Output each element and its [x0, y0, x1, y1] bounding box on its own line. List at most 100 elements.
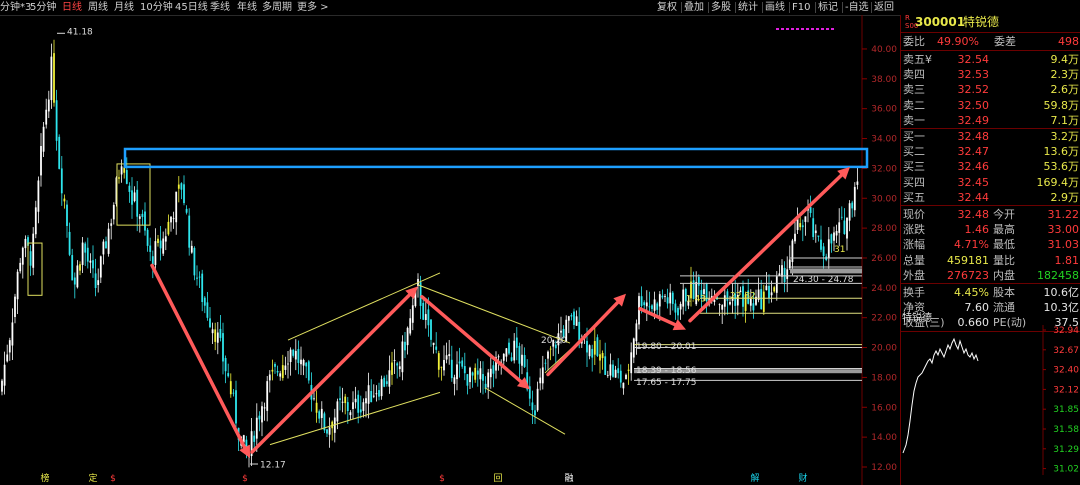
candle-body [544, 362, 547, 364]
bid-price: 32.45 [957, 175, 990, 189]
candle-body [586, 340, 588, 353]
candle-body [357, 394, 360, 413]
high-price-label: 41.18 [67, 27, 93, 37]
stat-value-2: 31.22 [1047, 208, 1080, 221]
candle-body [128, 185, 131, 192]
btn-stats[interactable]: 统计 [738, 0, 758, 15]
bid-price: 32.47 [957, 145, 990, 159]
period-week[interactable]: 周线 [88, 0, 108, 15]
candle-body [276, 371, 279, 373]
candle-body [843, 220, 846, 235]
candle-body [235, 390, 237, 424]
candle-body [822, 246, 825, 256]
candle-body [786, 269, 789, 279]
kline-chart[interactable]: 40.00 38.00 36.00 34.00 32.00 30.00 28.00 26.00… [0, 15, 900, 485]
candle-body [214, 329, 217, 342]
candle-body [375, 393, 378, 395]
stat-value: 1.46 [964, 223, 990, 237]
candle-body [53, 53, 55, 103]
candle-body [287, 363, 289, 365]
candle-body [547, 351, 549, 359]
btn-watchlist[interactable]: -自选 [845, 0, 869, 15]
candle-body [489, 368, 492, 378]
bid-volume: 3.2万 [1050, 130, 1080, 143]
candle-body [63, 198, 66, 202]
period-5min[interactable]: 5分钟 [30, 0, 56, 15]
price-tick-label: 20.00 [871, 344, 897, 354]
candle-body [531, 402, 534, 411]
candle-body [768, 285, 770, 299]
bid-label: 买五 [903, 190, 925, 204]
mini-tick-label: 32.94 [1053, 326, 1079, 336]
candle-body [37, 180, 40, 212]
candle-body [349, 412, 352, 416]
candle-body [773, 287, 776, 292]
candle-body [198, 276, 201, 278]
period-month[interactable]: 月线 [114, 0, 134, 15]
period-10min[interactable]: 10分钟 [140, 0, 173, 15]
btn-back[interactable]: 返回 [874, 0, 894, 15]
candle-body [193, 247, 196, 276]
mini-tick-label: 32.12 [1053, 385, 1079, 395]
price-tick-label: 32.00 [871, 164, 897, 174]
candle-body [601, 353, 604, 359]
period-quarter[interactable]: 季线 [210, 0, 230, 15]
period-3min[interactable]: 分钟*3 [0, 0, 31, 15]
candle-body [219, 328, 222, 338]
candle-body [50, 56, 53, 101]
candle-body [463, 366, 466, 374]
candle-body [838, 222, 841, 233]
candle-body [450, 359, 453, 379]
candle-body [154, 241, 157, 265]
candle-body [606, 374, 609, 376]
candle-body [669, 292, 672, 304]
stat-label-2: 最低 [993, 238, 1015, 252]
candle-body [627, 369, 630, 371]
candle-body [513, 340, 516, 361]
candle-body [625, 374, 627, 380]
btn-multi-stock[interactable]: 多股 [711, 0, 731, 15]
candle-body [196, 277, 198, 279]
channel-line-upper [287, 272, 441, 341]
candle-body [170, 216, 172, 223]
candle-body [578, 321, 581, 341]
candle-body [32, 233, 35, 268]
period-year[interactable]: 年线 [237, 0, 257, 15]
ask-row: 卖三 32.52 2.6万 [901, 82, 1080, 97]
stat-label-2: 内盘 [993, 268, 1015, 282]
candle-body [76, 265, 79, 288]
candle-body [138, 216, 141, 219]
bid-volume: 53.6万 [1043, 160, 1080, 174]
fundamental-label: 换手 [903, 286, 925, 299]
btn-adjust[interactable]: 复权 [657, 0, 677, 15]
zone-label-3: 18.39 - 18.56 [636, 366, 697, 376]
price-tick-label: 24.00 [871, 284, 897, 294]
candle-body [492, 365, 495, 374]
period-more[interactable]: 更多 > [297, 0, 329, 15]
candle-body [609, 364, 612, 376]
stat-value-2: 33.00 [1047, 223, 1080, 237]
period-day[interactable]: 日线 [62, 0, 82, 15]
candle-body [487, 372, 490, 388]
period-45day[interactable]: 45日线 [175, 0, 208, 15]
price-tick-label: 28.00 [871, 224, 897, 234]
candle-body [622, 382, 625, 389]
btn-mark[interactable]: 标记 [818, 0, 838, 15]
candle-body [796, 219, 799, 231]
btn-f10[interactable]: F10 [792, 0, 810, 15]
btn-overlay[interactable]: 叠加 [684, 0, 704, 15]
btn-draw[interactable]: 画线 [765, 0, 785, 15]
candle-body [614, 369, 617, 378]
period-multi[interactable]: 多周期 [262, 0, 292, 15]
candle-body [3, 364, 6, 386]
candle-body [380, 379, 383, 397]
stat-value: 4.71% [954, 238, 989, 252]
bid-row: 买二 32.47 13.6万 [901, 144, 1080, 159]
candle-body [536, 388, 539, 411]
stat-label: 现价 [903, 208, 925, 221]
candle-body [448, 354, 451, 357]
candle-body [549, 348, 552, 350]
price-tick-label: 12.00 [871, 463, 897, 473]
ask-label: 卖二 [903, 98, 925, 112]
candle-body [778, 273, 781, 276]
